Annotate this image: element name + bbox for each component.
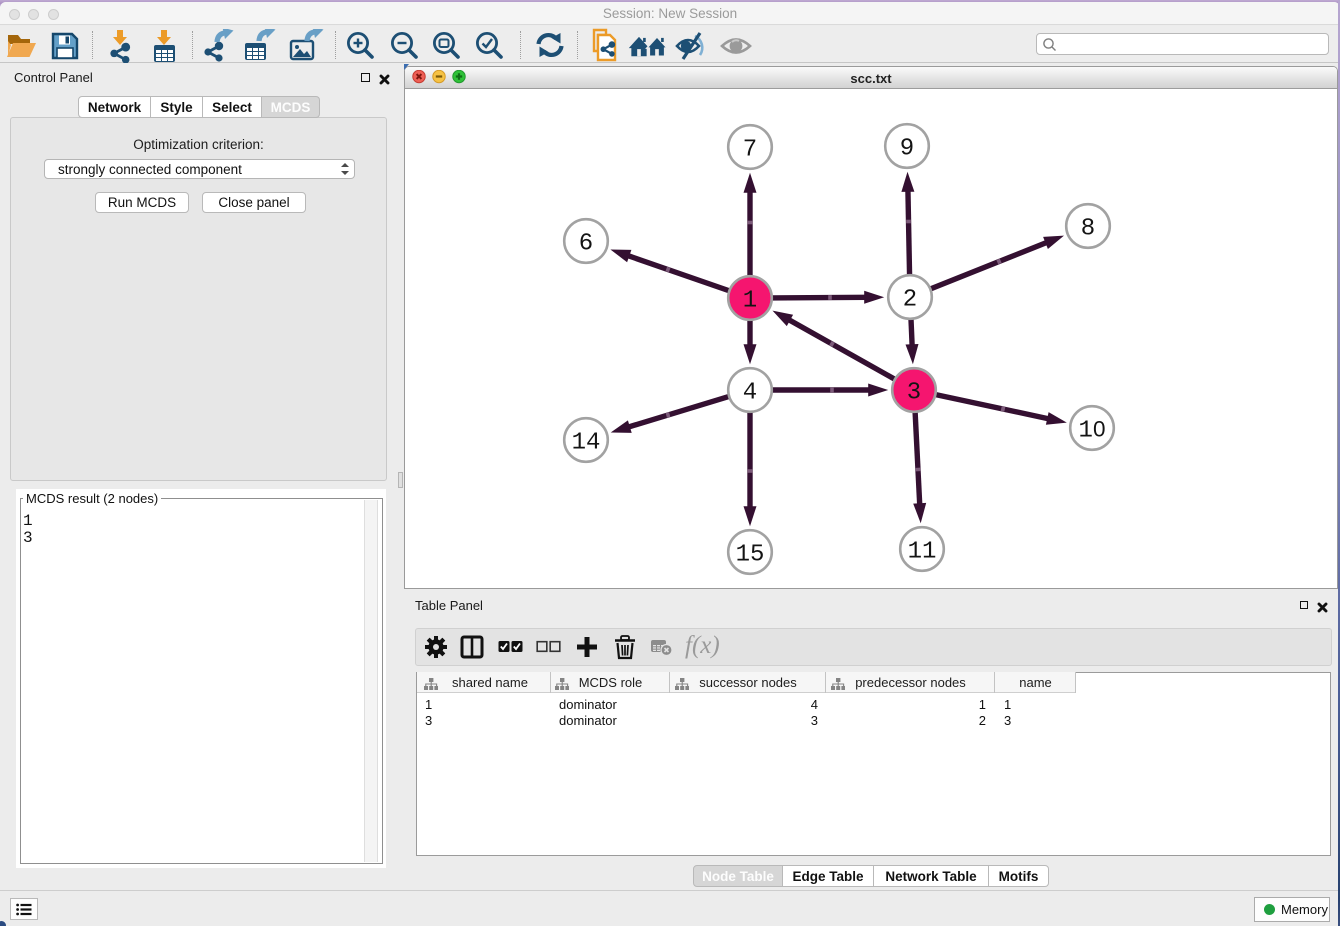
svg-text:3: 3 — [907, 379, 921, 406]
svg-text:8: 8 — [1081, 215, 1095, 242]
svg-text:4: 4 — [743, 379, 757, 406]
svg-text:1: 1 — [743, 287, 757, 314]
svg-text:14: 14 — [572, 429, 601, 456]
svg-text:2: 2 — [903, 286, 917, 313]
svg-text:15: 15 — [736, 541, 765, 568]
svg-text:7: 7 — [743, 136, 757, 163]
svg-text:11: 11 — [908, 538, 937, 565]
svg-text:6: 6 — [579, 230, 593, 257]
svg-text:10: 10 — [1079, 416, 1106, 444]
svg-text:9: 9 — [900, 135, 914, 162]
